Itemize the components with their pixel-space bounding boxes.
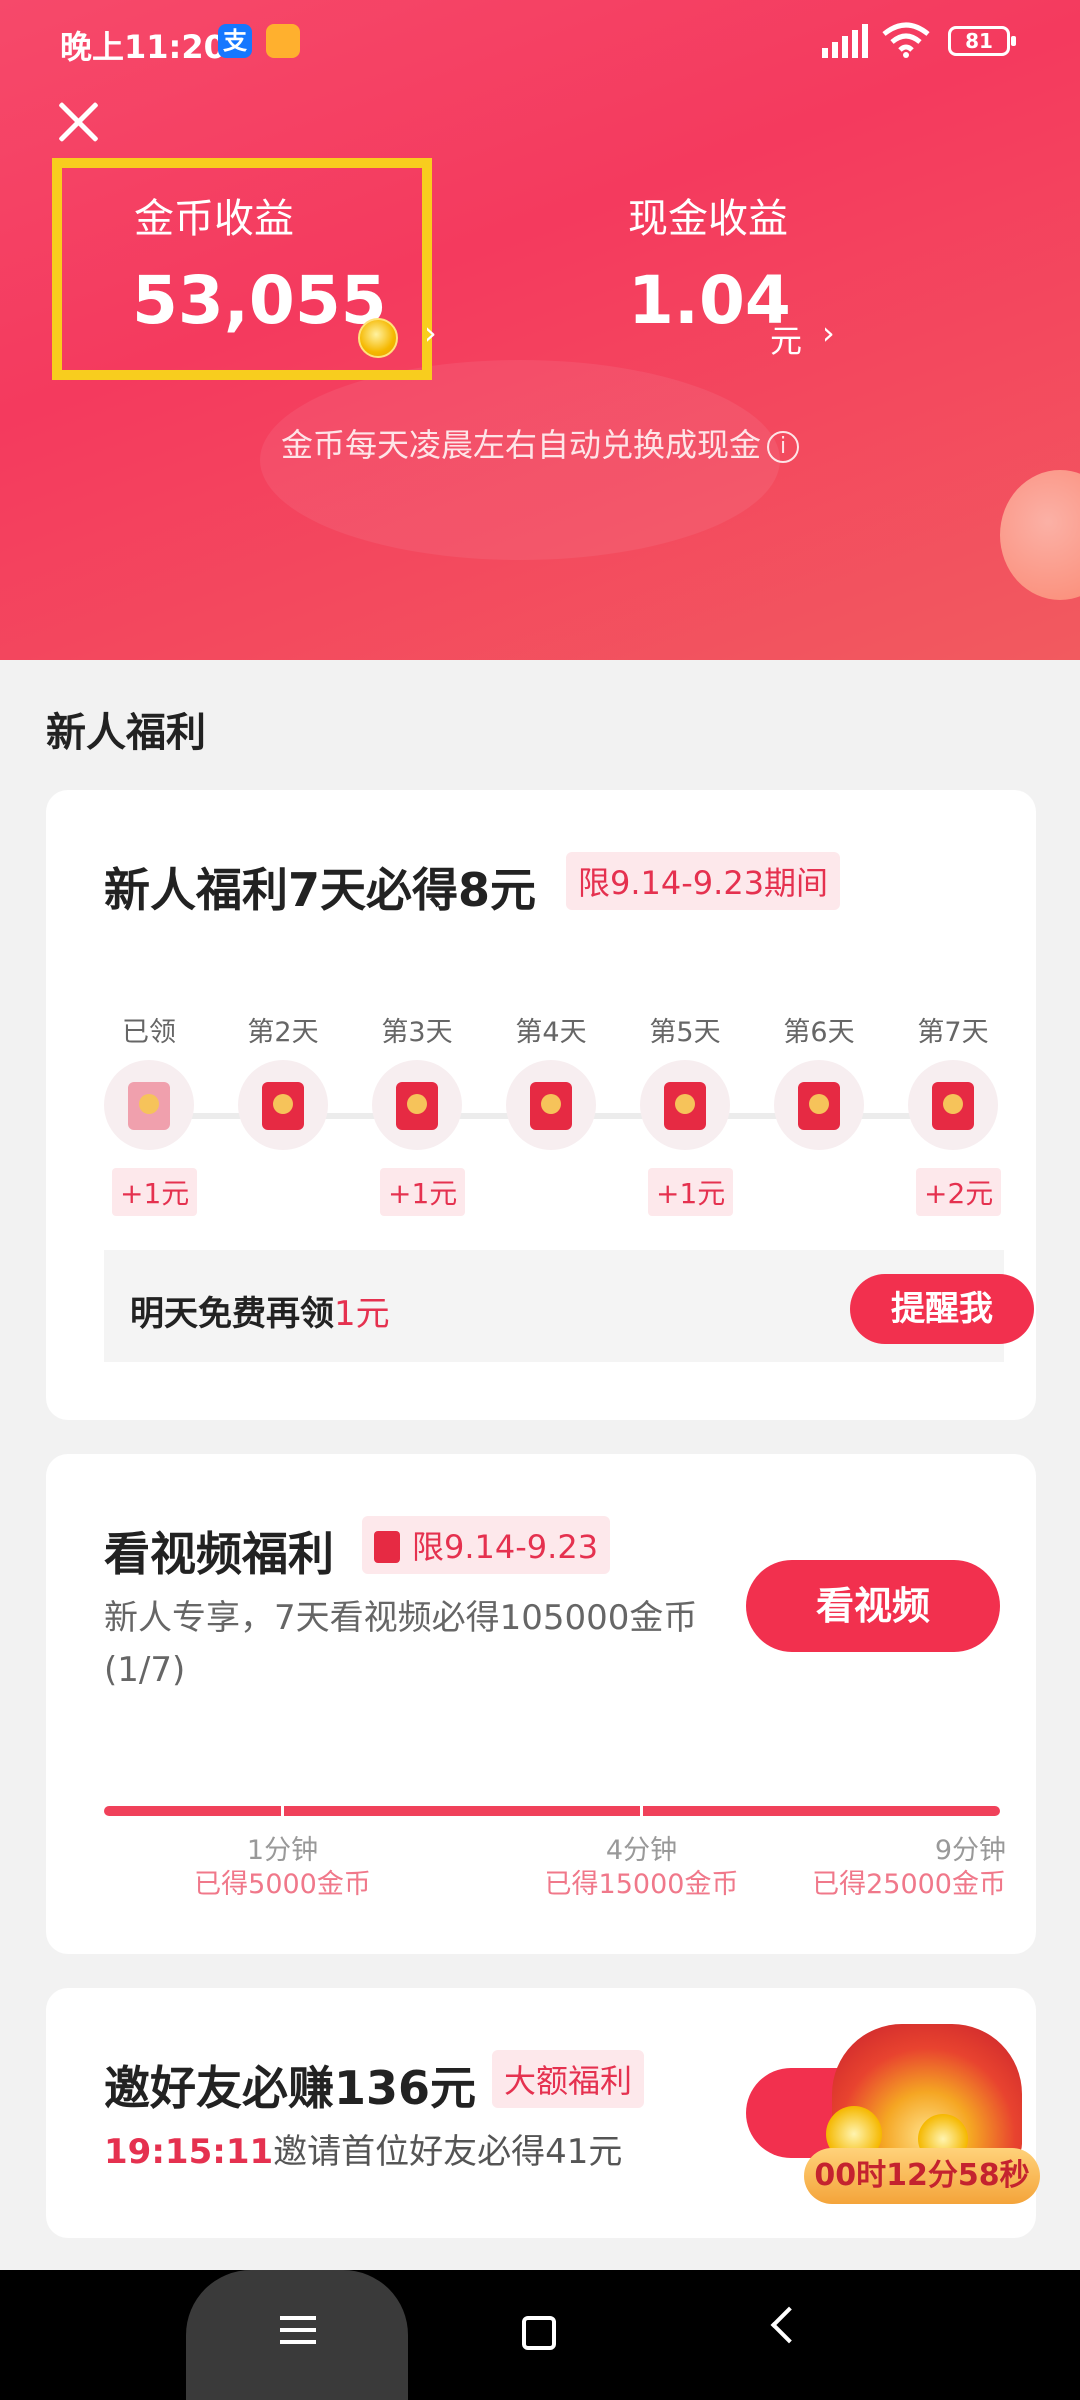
cash-unit: 元 bbox=[770, 322, 803, 360]
day-bonus-badge: +1元 bbox=[648, 1168, 734, 1216]
red-envelope-icon bbox=[798, 1082, 840, 1130]
day-envelope bbox=[104, 1060, 194, 1150]
app-notification-icon bbox=[266, 24, 300, 58]
day-envelope bbox=[908, 1060, 998, 1150]
invite-countdown: 19:15:11 bbox=[104, 2132, 274, 2172]
video-progress-bar bbox=[104, 1806, 1000, 1816]
battery-icon: 81 bbox=[948, 26, 1016, 56]
day-envelope bbox=[372, 1060, 462, 1150]
status-bar: 晚上11:20 支 81 bbox=[0, 0, 1080, 80]
signal-icon bbox=[822, 24, 868, 58]
day-envelope bbox=[238, 1060, 328, 1150]
menu-icon[interactable] bbox=[280, 2316, 316, 2352]
day-item: 已领 bbox=[104, 1010, 194, 1150]
day-item: 第4天 bbox=[506, 1010, 596, 1150]
home-icon[interactable] bbox=[522, 2316, 556, 2350]
big-bonus-tag: 大额福利 bbox=[492, 2050, 645, 2108]
video-period-tag: 限9.14-9.23 bbox=[362, 1516, 611, 1574]
day-bonus-badge: +2元 bbox=[916, 1168, 1002, 1216]
close-icon[interactable] bbox=[48, 92, 108, 152]
day-envelope bbox=[640, 1060, 730, 1150]
day-item: 第3天 bbox=[372, 1010, 462, 1150]
remind-me-button[interactable]: 提醒我 bbox=[850, 1274, 1034, 1344]
newbie-bonus-card: 新人福利7天必得8元 限9.14-9.23期间 已领 第2天 第3天 第4天 第… bbox=[46, 790, 1036, 1420]
chevron-right-icon[interactable]: › bbox=[822, 314, 835, 352]
gift-countdown: 00时12分58秒 bbox=[804, 2148, 1040, 2204]
red-envelope-icon bbox=[262, 1082, 304, 1130]
gold-coin-icon bbox=[358, 318, 398, 358]
exchange-hint: 金币每天凌晨左右自动兑换成现金 i bbox=[0, 420, 1080, 466]
day-envelope bbox=[506, 1060, 596, 1150]
tomorrow-text: 明天免费再领1元 bbox=[130, 1286, 390, 1335]
tomorrow-amount: 1元 bbox=[334, 1294, 390, 1334]
video-card-subtitle: 新人专享，7天看视频必得105000金币(1/7) bbox=[104, 1598, 698, 1690]
coin-earnings-value[interactable]: 53,055 bbox=[132, 262, 387, 339]
red-envelope-icon bbox=[128, 1082, 170, 1130]
treasure-chest-icon[interactable]: 00时12分58秒 bbox=[804, 2010, 1040, 2204]
day-bonus-badge: +1元 bbox=[380, 1168, 466, 1216]
tomorrow-text-label: 明天免费再领 bbox=[130, 1294, 334, 1334]
day-label: 第3天 bbox=[381, 1017, 453, 1048]
chevron-right-icon[interactable]: › bbox=[424, 314, 437, 352]
video-card-title: 看视频福利 bbox=[104, 1527, 334, 1581]
progress-tick bbox=[281, 1806, 284, 1816]
period-tag: 限9.14-9.23期间 bbox=[566, 852, 841, 910]
day-item: 第7天 bbox=[908, 1010, 998, 1150]
coin-earnings-label: 金币收益 bbox=[134, 196, 294, 242]
day-item: 第2天 bbox=[238, 1010, 328, 1150]
day-label: 第5天 bbox=[649, 1017, 721, 1048]
red-envelope-icon bbox=[530, 1082, 572, 1130]
progress-tick bbox=[640, 1806, 643, 1816]
system-navigation-bar bbox=[0, 2270, 1080, 2400]
red-envelope-icon bbox=[664, 1082, 706, 1130]
day-label: 第7天 bbox=[917, 1017, 989, 1048]
watch-video-button[interactable]: 看视频 bbox=[746, 1560, 1000, 1652]
tomorrow-reminder-box: 明天免费再领1元 提醒我 bbox=[104, 1250, 1034, 1362]
header-orb-decoration bbox=[1000, 470, 1080, 600]
day-envelope bbox=[774, 1060, 864, 1150]
red-envelope-icon bbox=[374, 1531, 400, 1563]
day-label: 第6天 bbox=[783, 1017, 855, 1048]
milestone-reward: 已得15000金币 bbox=[544, 1869, 739, 1900]
day-item: 第5天 bbox=[640, 1010, 730, 1150]
alipay-notification-icon: 支 bbox=[218, 24, 252, 58]
exchange-hint-text: 金币每天凌晨左右自动兑换成现金 bbox=[280, 426, 761, 464]
day-label: 第2天 bbox=[247, 1017, 319, 1048]
invite-subtitle-text: 邀请首位好友必得41元 bbox=[273, 2132, 623, 2172]
cash-earnings-label: 现金收益 bbox=[628, 196, 788, 242]
video-bonus-card: 看视频福利 限9.14-9.23 新人专享，7天看视频必得105000金币(1/… bbox=[46, 1454, 1036, 1954]
day-label: 第4天 bbox=[515, 1017, 587, 1048]
red-envelope-icon bbox=[396, 1082, 438, 1130]
status-time: 晚上11:20 bbox=[60, 28, 226, 66]
milestone-reward: 已得25000金币 bbox=[812, 1869, 1006, 1900]
back-icon[interactable] bbox=[770, 2306, 808, 2344]
earnings-header: 晚上11:20 支 81 金币收益 53,055 › 现金收益 1.04 元 ›… bbox=[0, 0, 1080, 660]
cash-earnings-value[interactable]: 1.04 bbox=[628, 262, 791, 339]
info-icon[interactable]: i bbox=[767, 431, 799, 463]
invite-card-title: 邀好友必赚136元 bbox=[104, 2061, 477, 2115]
section-title: 新人福利 bbox=[46, 710, 206, 756]
invite-subtitle: 19:15:11邀请首位好友必得41元 bbox=[104, 2124, 622, 2173]
day-item: 第6天 bbox=[774, 1010, 864, 1150]
day-bonus-badge: +1元 bbox=[112, 1168, 198, 1216]
day-label: 已领 bbox=[122, 1017, 176, 1048]
newbie-card-title: 新人福利7天必得8元 bbox=[104, 863, 537, 917]
red-envelope-icon bbox=[932, 1082, 974, 1130]
milestone-reward: 已得5000金币 bbox=[194, 1869, 371, 1900]
video-period-tag-text: 限9.14-9.23 bbox=[412, 1528, 599, 1566]
wifi-icon bbox=[882, 22, 930, 58]
